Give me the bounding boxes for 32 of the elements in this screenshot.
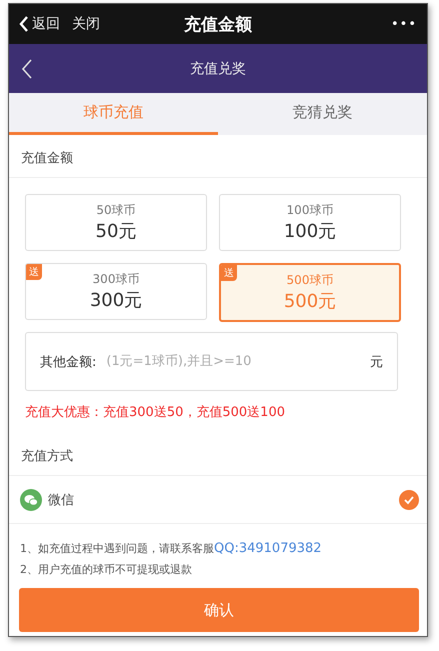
- promo-text: 充值大优惠：充值300送50，充值500送100: [24, 404, 286, 421]
- chat-icon: [20, 489, 42, 511]
- back-icon[interactable]: [21, 58, 33, 80]
- back-icon: [19, 15, 29, 33]
- contact-link[interactable]: QQ:3491079382: [214, 541, 322, 556]
- price: 500元: [284, 290, 336, 313]
- header-title: 充值兑奖: [190, 60, 246, 78]
- amount-option[interactable]: 50球币 50元: [25, 194, 207, 251]
- gift-badge: 送: [221, 265, 237, 281]
- section-title: 充值方式: [9, 433, 427, 476]
- coin-amount: 50球币: [96, 202, 136, 219]
- amount-option[interactable]: 100球币 100元: [219, 194, 401, 251]
- coin-amount: 500球币: [286, 272, 334, 289]
- section-title: 充值金额: [9, 135, 427, 178]
- price: 100元: [284, 220, 336, 243]
- coin-amount: 300球币: [92, 271, 140, 288]
- page-title: 充值金额: [184, 14, 252, 36]
- note-text: 2、用户充值的球币不可提现或退款: [20, 562, 193, 578]
- unit-label: 元: [370, 354, 383, 370]
- back-button[interactable]: 返回: [19, 15, 60, 33]
- close-button[interactable]: 关闭: [72, 15, 100, 33]
- payment-label: 微信: [48, 492, 74, 509]
- field-label: 其他金额:: [40, 354, 96, 370]
- checked-icon[interactable]: [399, 490, 419, 510]
- gift-badge: 送: [26, 264, 42, 280]
- coin-amount: 100球币: [286, 202, 334, 219]
- note-text: 1、如充值过程中遇到问题，请联系客服QQ:3491079382: [20, 540, 323, 558]
- more-button[interactable]: •••: [390, 16, 417, 32]
- amount-option[interactable]: 送 300球币 300元: [25, 263, 207, 320]
- price: 300元: [90, 289, 142, 312]
- tab[interactable]: 竞猜兑奖: [218, 93, 427, 135]
- price: 50元: [96, 220, 136, 243]
